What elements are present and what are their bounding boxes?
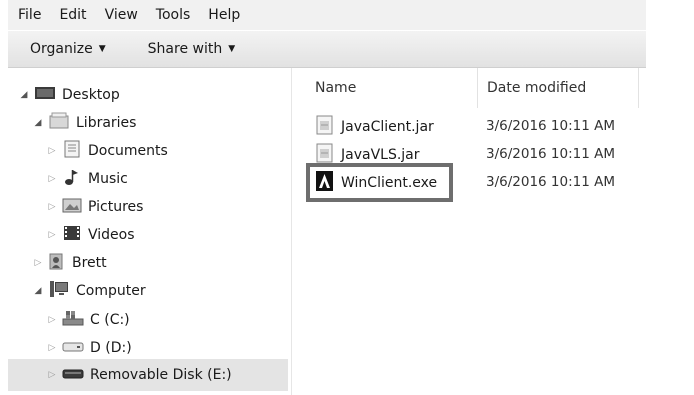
tree-item-documents[interactable]: ▷ Documents [46,138,168,164]
tree-label: D (D:) [90,340,132,356]
collapsed-arrow-icon[interactable]: ▷ [46,230,58,240]
tree-label: Desktop [62,87,120,103]
libraries-icon [48,112,70,134]
tree-label: Documents [88,143,168,159]
file-date: 3/6/2016 10:11 AM [486,146,616,162]
tree-label: Music [88,171,128,187]
command-bar: Organize ▼ Share with ▼ [8,31,646,68]
column-header-name[interactable]: Name [315,80,356,96]
tree-item-c-drive[interactable]: ▷ C (C:) [46,307,130,333]
collapsed-arrow-icon[interactable]: ▷ [46,202,58,212]
chevron-down-icon: ▼ [98,44,106,54]
organize-button[interactable]: Organize ▼ [30,41,106,57]
documents-icon [62,140,82,162]
share-with-button[interactable]: Share with ▼ [148,41,235,57]
collapsed-arrow-icon[interactable]: ▷ [46,343,58,353]
tree-label: Videos [88,227,135,243]
pictures-icon [62,196,82,218]
exe-file-icon [316,171,341,195]
menu-bar: File Edit View Tools Help [8,0,646,30]
tree-label: Libraries [76,115,137,131]
tree-item-d-drive[interactable]: ▷ D (D:) [46,335,132,361]
drive-icon [62,339,84,357]
jar-file-icon [316,115,341,139]
column-divider[interactable] [477,68,478,108]
menu-edit[interactable]: Edit [59,7,86,23]
collapsed-arrow-icon[interactable]: ▷ [32,258,44,268]
file-row-winclient[interactable]: WinClient.exe [316,171,437,195]
tree-label: Pictures [88,199,144,215]
system-drive-icon [62,309,84,331]
column-header-date-modified[interactable]: Date modified [487,80,586,96]
tree-item-libraries[interactable]: ◢ Libraries [32,110,136,136]
expanded-arrow-icon[interactable]: ◢ [32,286,44,296]
tree-item-removable-disk[interactable]: ▷ Removable Disk (E:) [46,362,232,388]
organize-label: Organize [30,41,93,57]
tree-item-brett[interactable]: ▷ Brett [32,250,107,276]
chevron-down-icon: ▼ [228,44,236,54]
collapsed-arrow-icon[interactable]: ▷ [46,174,58,184]
videos-icon [62,224,82,246]
collapsed-arrow-icon[interactable]: ▷ [46,315,58,325]
menu-view[interactable]: View [105,7,138,23]
tree-label: Brett [72,255,107,271]
file-name: JavaVLS.jar [341,147,420,163]
file-date: 3/6/2016 10:11 AM [486,118,616,134]
menu-help[interactable]: Help [208,7,240,23]
music-icon [62,168,82,190]
expanded-arrow-icon[interactable]: ◢ [32,118,44,128]
tree-item-computer[interactable]: ◢ Computer [32,278,146,304]
menu-file[interactable]: File [18,7,41,23]
column-divider[interactable] [638,68,639,108]
collapsed-arrow-icon[interactable]: ▷ [46,146,58,156]
tree-item-desktop[interactable]: ◢ Desktop [18,82,120,108]
expanded-arrow-icon[interactable]: ◢ [18,90,30,100]
tree-label: Removable Disk (E:) [90,367,232,383]
tree-label: Computer [76,283,146,299]
tree-item-music[interactable]: ▷ Music [46,166,128,192]
tree-item-pictures[interactable]: ▷ Pictures [46,194,143,220]
tree-item-videos[interactable]: ▷ Videos [46,222,135,248]
share-with-label: Share with [147,41,223,57]
file-name: JavaClient.jar [341,119,434,135]
file-row-javaclient[interactable]: JavaClient.jar [316,115,434,139]
removable-disk-icon [62,366,84,384]
computer-icon [48,280,70,302]
tree-label: C (C:) [90,312,130,328]
file-name: WinClient.exe [341,175,438,191]
user-folder-icon [48,252,66,274]
menu-tools[interactable]: Tools [156,7,191,23]
file-date: 3/6/2016 10:11 AM [486,174,616,190]
desktop-icon [34,86,56,104]
collapsed-arrow-icon[interactable]: ▷ [46,370,58,380]
